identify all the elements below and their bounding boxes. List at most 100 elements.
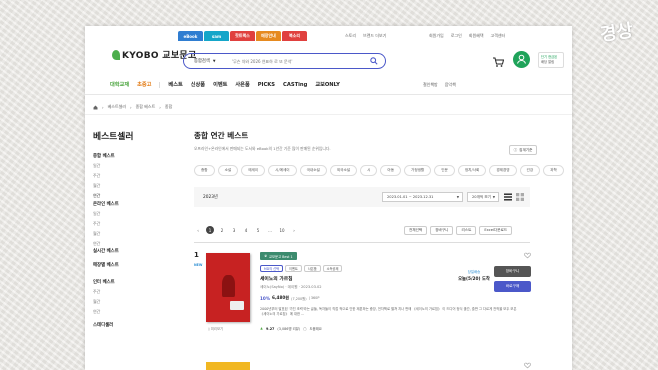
date-range-select[interactable]: 2023.01.01 ~ 2023.12.31 ▼: [382, 192, 463, 202]
nav-item[interactable]: 대학교재: [110, 81, 129, 88]
sidebar-group-title[interactable]: 실시간 베스트: [93, 248, 119, 254]
genre-chip[interactable]: 정치/사회: [457, 165, 487, 176]
page-number[interactable]: 4: [242, 226, 250, 234]
criteria-button[interactable]: ⓘ 집계기준: [509, 145, 537, 155]
promo-banner[interactable]: 단기 현금된 배당 알림: [538, 52, 564, 68]
page-number[interactable]: 10: [278, 226, 286, 234]
nav-item[interactable]: 신상품: [191, 81, 205, 88]
genre-chip[interactable]: 시: [360, 165, 378, 176]
page-number[interactable]: 2: [218, 226, 226, 234]
search-category-select[interactable]: 통합검색 ▼: [184, 58, 232, 64]
sidebar-item[interactable]: 주간: [93, 221, 119, 227]
breadcrumb-item[interactable]: 베스트셀러: [108, 104, 126, 110]
logo-mark-icon: [112, 49, 120, 60]
genre-chip[interactable]: 소설: [217, 165, 239, 176]
sidebar-item[interactable]: 연간: [93, 193, 115, 199]
next-page-icon[interactable]: ›: [290, 226, 298, 234]
add-to-cart-button[interactable]: 장바구니: [494, 266, 531, 277]
home-icon[interactable]: [93, 105, 98, 110]
original-price: (7,200원): [291, 296, 307, 301]
nav-item[interactable]: 초중고: [137, 81, 151, 88]
cart-icon[interactable]: [492, 56, 504, 68]
sidebar-group-title[interactable]: 인터 베스트: [93, 279, 115, 285]
nav-item[interactable]: CASTing: [283, 82, 307, 88]
sidebar-item[interactable]: 연간: [93, 241, 119, 247]
grid-view-icon[interactable]: [516, 193, 524, 201]
top-link[interactable]: 회원혜택: [469, 33, 484, 39]
nav-item[interactable]: 이벤트: [213, 81, 227, 88]
page-number[interactable]: ...: [266, 226, 274, 234]
buy-now-button[interactable]: 바로구매: [494, 281, 531, 292]
sidebar-item[interactable]: 연간: [93, 309, 115, 315]
service-tab[interactable]: 매장안내: [256, 31, 281, 41]
sidebar-group-title[interactable]: 매장별 베스트: [93, 262, 119, 268]
best-badge: ♛ 교보문고 Best 1: [260, 252, 297, 260]
page-number[interactable]: 3: [230, 226, 238, 234]
page-size-select[interactable]: 20개씩 보기 ▼: [467, 192, 499, 202]
sidebar-item[interactable]: 월간: [93, 231, 119, 237]
service-tab[interactable]: 핫트랙스: [230, 31, 255, 41]
genre-chip[interactable]: 아동: [380, 165, 402, 176]
sidebar-group-title[interactable]: 스테디셀러: [93, 322, 113, 328]
review-summary[interactable]: ♣ 9.27 (3,086명 리뷰) ▢ 도움돼요: [260, 326, 322, 332]
nav-right-link[interactable]: 음악책: [445, 82, 456, 88]
nav-right-link[interactable]: 철인책방: [423, 82, 438, 88]
book-title[interactable]: 세이노의 가르침: [260, 275, 293, 282]
delivery-type: 당일배송: [467, 270, 481, 274]
genre-chip[interactable]: 과학: [543, 165, 564, 176]
top-link[interactable]: 고객센터: [491, 33, 506, 39]
sidebar-item[interactable]: 월간: [93, 183, 115, 189]
genre-chip[interactable]: 건강: [519, 165, 541, 176]
service-tab[interactable]: 북소리: [282, 31, 307, 41]
genre-chip[interactable]: 외국소설: [329, 165, 358, 176]
search-icon[interactable]: [370, 57, 378, 65]
genre-chip[interactable]: 에세이: [241, 165, 266, 176]
sidebar-item[interactable]: 주간: [93, 173, 115, 179]
search-bar: 통합검색 ▼: [183, 53, 386, 69]
book-cover[interactable]: [206, 253, 250, 322]
genre-chip[interactable]: 시/에세이: [268, 165, 297, 176]
search-input[interactable]: [232, 56, 352, 66]
preview-link[interactable]: ▯ 미리보기: [208, 326, 223, 331]
book-tags: MD의 선택 이벤트 사은품 소득공제: [260, 265, 343, 272]
next-book-cover[interactable]: [206, 362, 250, 370]
list-view-icon[interactable]: [504, 193, 512, 201]
sidebar-group: 인터 베스트주간월간연간: [93, 279, 115, 319]
list-action-button[interactable]: 리스트: [456, 226, 477, 235]
top-link[interactable]: 회원가입: [429, 33, 444, 39]
top-link[interactable]: 브랜드 더보기: [363, 33, 386, 39]
sidebar-item[interactable]: 주간: [93, 289, 115, 295]
top-link[interactable]: 스토리: [345, 33, 356, 39]
genre-chip[interactable]: 경제경영: [489, 165, 517, 176]
nav-item[interactable]: 베스트: [168, 81, 182, 88]
page-number[interactable]: 5: [254, 226, 262, 234]
sidebar-item[interactable]: 일간: [93, 211, 119, 217]
service-tab[interactable]: eBook: [178, 31, 203, 41]
sidebar-group-title[interactable]: 종합 베스트: [93, 153, 115, 159]
wishlist-heart-icon[interactable]: [524, 252, 531, 259]
genre-chip[interactable]: 종합: [194, 165, 215, 176]
prev-page-icon[interactable]: ‹: [194, 226, 202, 234]
sidebar-item[interactable]: 일간: [93, 163, 115, 169]
list-action-button[interactable]: 전체선택: [404, 226, 428, 235]
sidebar-group-title[interactable]: 온라인 베스트: [93, 201, 119, 207]
genre-filter: 종합 소설 에세이 시/에세이 국내소설 외국소설 시 아동 가정생활 인문 정치/사회 경제경영 건강…: [194, 165, 564, 176]
breadcrumb-item[interactable]: 종합 베스트: [136, 104, 156, 110]
top-link[interactable]: 로그인: [451, 33, 462, 39]
genre-chip[interactable]: 국내소설: [299, 165, 327, 176]
page-number[interactable]: 1: [206, 226, 214, 234]
user-profile-icon[interactable]: [513, 51, 530, 68]
year-label[interactable]: 2023년: [203, 194, 218, 200]
service-tab[interactable]: sam: [204, 31, 229, 41]
list-action-button[interactable]: 장바구니: [430, 226, 454, 235]
list-action-button[interactable]: Excel다운로드: [479, 226, 513, 235]
sidebar-item[interactable]: 월간: [93, 299, 115, 305]
genre-chip[interactable]: 가정생활: [404, 165, 432, 176]
nav-item[interactable]: 사은품: [235, 81, 249, 88]
genre-chip[interactable]: 인문: [434, 165, 455, 176]
nav-item[interactable]: 교보ONLY: [315, 81, 340, 88]
wishlist-heart-icon[interactable]: [524, 362, 531, 369]
criteria-label: 집계기준: [519, 147, 533, 152]
nav-item[interactable]: PICKS: [258, 82, 275, 88]
breadcrumb-item[interactable]: 종합: [165, 104, 172, 110]
